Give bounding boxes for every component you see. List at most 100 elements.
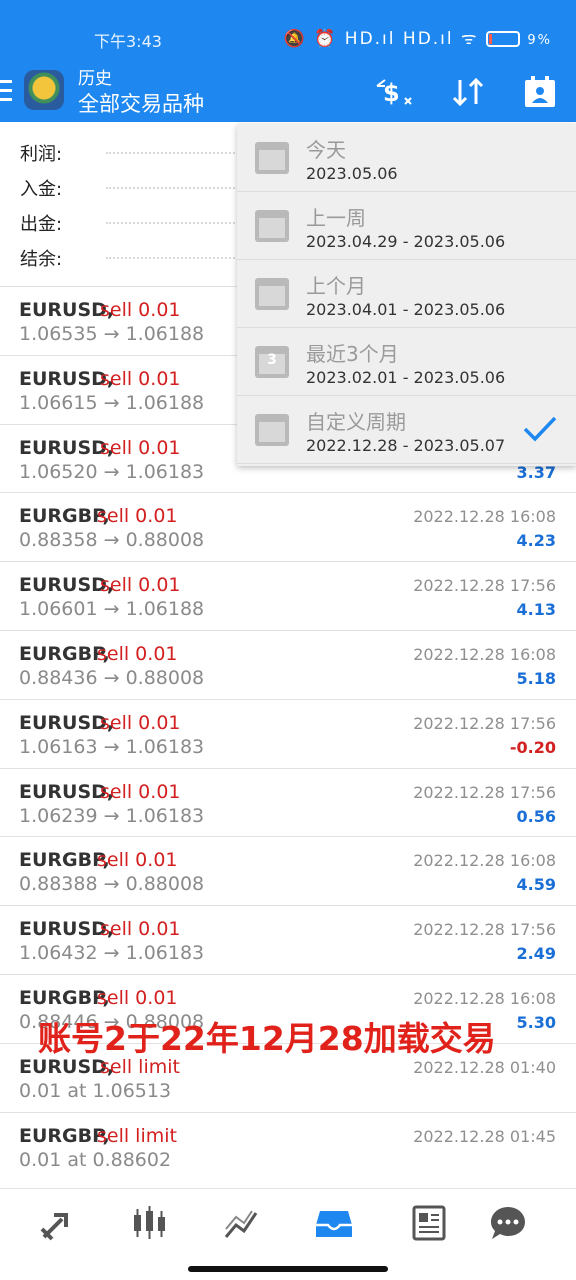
trade-side: sell 0.01 — [97, 505, 178, 528]
trade-date: 2022.12.28 16:08 — [413, 851, 556, 871]
svg-text:$: $ — [383, 79, 400, 107]
trade-side: sell limit — [97, 1124, 177, 1147]
trade-profit: 2.49 — [516, 944, 556, 964]
analytics-icon[interactable] — [222, 1203, 262, 1243]
deposit-leader — [106, 187, 246, 189]
app-root: 下午3:43 🔕 ⏰ HD.ıl HD.ıl ᯤ 9% 历史 全部交易品种 $ — [0, 0, 576, 1280]
period-range: 2023.04.01 - 2023.05.06 — [306, 300, 506, 319]
trade-price: 1.06535 → 1.06188 — [19, 323, 205, 345]
trade-side: sell 0.01 — [97, 642, 178, 665]
period-option[interactable]: 3 最近3个月 2023.02.01 - 2023.05.06 — [237, 328, 576, 396]
trade-row[interactable]: EURGBP, sell 0.01 0.88436 → 0.88008 2022.12… — [0, 629, 576, 699]
trade-price: 0.01 at 0.88602 — [19, 1148, 172, 1171]
status-icons: 🔕 ⏰ HD.ıl HD.ıl ᯤ 9% — [284, 26, 552, 49]
trade-date: 2022.12.28 17:56 — [413, 576, 556, 596]
calendar-month-icon — [255, 278, 289, 310]
period-option[interactable]: 上一周 2023.04.29 - 2023.05.06 — [237, 192, 576, 260]
page-title: 历史 — [78, 69, 112, 89]
trade-date: 2022.12.28 01:45 — [413, 1126, 556, 1146]
bottom-navigation — [0, 1188, 576, 1258]
trade-row[interactable]: EURUSD, sell 0.01 1.06163 → 1.06183 2022.12… — [0, 698, 576, 768]
withdrawal-leader — [106, 222, 246, 224]
trade-price: 0.01 at 1.06513 — [19, 1079, 172, 1102]
balance-label: 结余: — [20, 249, 63, 270]
period-range: 2023.02.01 - 2023.05.06 — [306, 368, 506, 387]
calendar-3-icon: 3 — [255, 346, 289, 378]
trade-price: 1.06615 → 1.06188 — [19, 391, 205, 414]
balance-leader — [106, 257, 246, 259]
trade-side: sell 0.01 — [100, 918, 181, 941]
period-label: 最近3个月 — [306, 342, 399, 366]
period-option[interactable]: 自定义周期 2022.12.28 - 2023.05.07 — [237, 396, 576, 464]
trade-date: 2022.12.28 16:08 — [413, 988, 556, 1008]
trade-price: 0.88436 → 0.88008 — [19, 666, 205, 689]
trade-profit: 4.23 — [516, 531, 556, 551]
period-label: 上一周 — [306, 206, 366, 230]
period-option[interactable]: 今天 2023.05.06 — [237, 124, 576, 192]
trade-row[interactable]: EURUSD, sell 0.01 1.06432 → 1.06183 2022.12… — [0, 905, 576, 974]
battery-percent: 9% — [527, 33, 552, 48]
trade-row[interactable]: EURUSD, sell 0.01 1.06601 → 1.06188 2022.12… — [0, 561, 576, 630]
calendar-week-icon — [255, 210, 289, 242]
history-icon[interactable] — [314, 1203, 354, 1243]
period-menu: 今天 2023.05.06 上一周 2023.04.29 - 2023.05.06 上个… — [237, 124, 576, 466]
chat-icon[interactable] — [488, 1203, 528, 1243]
period-option[interactable]: 上个月 2023.04.01 - 2023.05.06 — [237, 260, 576, 328]
trade-date: 2022.12.28 16:08 — [413, 644, 556, 664]
trade-profit: 5.30 — [516, 1012, 556, 1032]
menu-icon[interactable] — [0, 80, 14, 108]
trade-side: sell 0.01 — [100, 711, 181, 734]
calendar-day-icon — [255, 142, 289, 174]
trade-profit: 4.59 — [516, 875, 556, 895]
trade-side: sell 0.01 — [100, 299, 181, 321]
withdrawal-label: 出金: — [20, 214, 63, 235]
trade-date: 2022.12.28 17:56 — [413, 920, 556, 940]
trade-side: sell 0.01 — [100, 436, 181, 459]
calendar-number: 3 — [267, 352, 277, 368]
calendar-icon[interactable] — [520, 72, 560, 112]
period-range: 2023.05.06 — [306, 164, 398, 183]
trade-price: 1.06239 → 1.06183 — [19, 804, 205, 827]
period-label: 上个月 — [306, 274, 366, 298]
trade-price: 1.06163 → 1.06183 — [19, 735, 205, 758]
period-range: 2023.04.29 - 2023.05.06 — [306, 232, 506, 251]
currency-filter-icon[interactable]: $ — [374, 72, 414, 112]
news-icon[interactable] — [408, 1203, 448, 1243]
trade-price: 1.06432 → 1.06183 — [19, 942, 205, 965]
trade-row[interactable]: EURGBP, sell 0.01 0.88388 → 0.88008 2022.12… — [0, 836, 576, 905]
period-label: 今天 — [306, 138, 346, 162]
trade-date: 2022.12.28 01:40 — [413, 1057, 556, 1077]
overlay-caption: 账号2于22年12月28加载交易 — [38, 1019, 496, 1058]
trade-profit: 4.13 — [516, 600, 556, 620]
app-bar: 历史 全部交易品种 $ — [0, 66, 576, 122]
profit-label: 利润: — [20, 144, 63, 165]
trade-profit: 0.56 — [516, 806, 556, 826]
trade-row[interactable]: EURGBP, sell limit 0.01 at 0.88602 2022.12.… — [0, 1111, 576, 1181]
period-range: 2022.12.28 - 2023.05.07 — [306, 436, 506, 455]
trade-profit: -0.20 — [509, 737, 556, 757]
trade-date: 2022.12.28 17:56 — [413, 713, 556, 733]
symbol-filter-label[interactable]: 全部交易品种 — [78, 88, 204, 118]
trade-icon[interactable] — [38, 1203, 78, 1243]
status-time: 下午3:43 — [94, 32, 162, 51]
trade-side: sell 0.01 — [100, 574, 181, 597]
period-label: 自定义周期 — [306, 410, 406, 434]
status-icons-text: 🔕 ⏰ HD.ıl HD.ıl ᯤ — [283, 29, 479, 49]
app-logo — [24, 70, 64, 110]
sort-icon[interactable] — [448, 72, 488, 112]
deposit-label: 入金: — [20, 179, 63, 200]
trade-side: sell 0.01 — [100, 367, 181, 390]
trade-price: 1.06520 → 1.06183 — [19, 460, 205, 483]
chart-candles-icon[interactable] — [130, 1203, 170, 1243]
trade-price: 0.88388 → 0.88008 — [19, 873, 205, 896]
trade-date: 2022.12.28 16:08 — [413, 507, 556, 527]
trade-date: 2022.12.28 17:56 — [413, 782, 556, 802]
trade-side: sell 0.01 — [100, 780, 181, 803]
home-indicator[interactable] — [188, 1266, 388, 1272]
trade-row[interactable]: EURUSD, sell 0.01 1.06239 → 1.06183 2022.12… — [0, 767, 576, 837]
trade-price: 0.88358 → 0.88008 — [19, 529, 205, 552]
trade-row[interactable]: EURGBP, sell 0.01 0.88358 → 0.88008 2022.12… — [0, 492, 576, 561]
calendar-custom-icon — [255, 414, 289, 446]
trade-side: sell 0.01 — [97, 849, 178, 872]
trade-side: sell 0.01 — [97, 986, 178, 1009]
